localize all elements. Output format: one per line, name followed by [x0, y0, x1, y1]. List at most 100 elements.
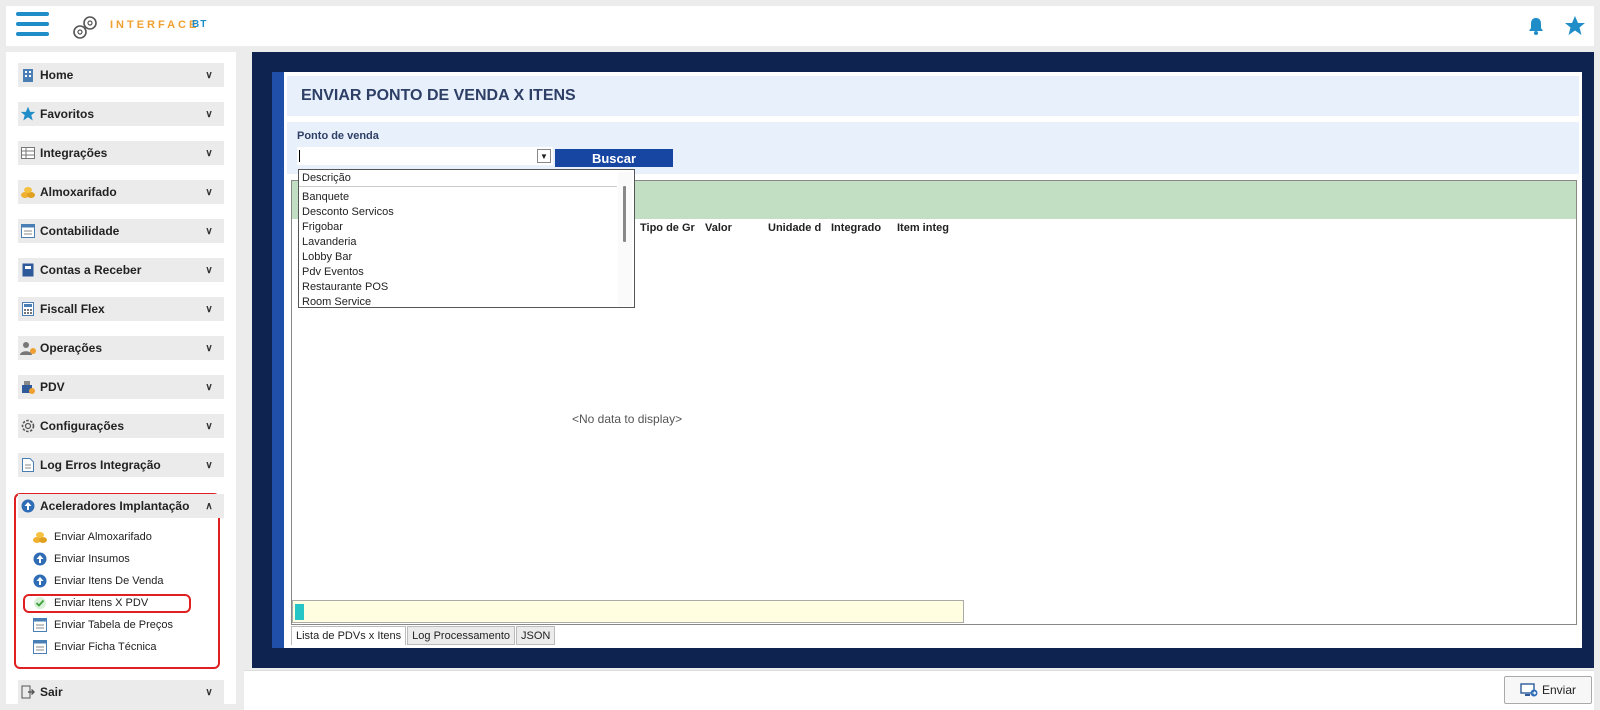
chevron-down-icon: ∨ — [205, 69, 213, 81]
sidebar-item-sair[interactable]: Sair ∨ — [18, 680, 224, 704]
exit-icon — [20, 684, 36, 700]
chevron-down-icon: ∨ — [205, 225, 213, 237]
dropdown-option[interactable]: Desconto Servicos — [302, 204, 394, 219]
subitem-enviar-almoxarifado[interactable]: Enviar Almoxarifado — [32, 528, 152, 546]
sidebar-item-label: Almoxarifado — [40, 185, 117, 199]
tab-lista-de-pdvs-x-itens[interactable]: Lista de PDVs x Itens — [291, 626, 407, 645]
chevron-down-icon: ∨ — [205, 342, 213, 354]
ponto-de-venda-label: Ponto de venda — [297, 130, 379, 142]
sidebar-item-configuracoes[interactable]: Configurações ∨ — [18, 414, 224, 438]
ledger-icon — [20, 223, 36, 239]
coins-icon — [20, 184, 36, 200]
sidebar-item-operacoes[interactable]: Operações ∨ — [18, 336, 224, 360]
sidebar-item-integracoes[interactable]: Integrações ∨ — [18, 141, 224, 165]
table-icon — [20, 145, 36, 161]
chevron-down-icon: ∨ — [205, 303, 213, 315]
chevron-up-icon: ∧ — [205, 500, 213, 512]
column-header-unidade[interactable]: Unidade d — [768, 222, 825, 238]
sidebar-item-label: Configurações — [40, 419, 125, 433]
sidebar-item-contabilidade[interactable]: Contabilidade ∨ — [18, 219, 224, 243]
chevron-down-icon: ∨ — [205, 264, 213, 276]
building-icon — [20, 67, 36, 83]
top-bar: INTERFACE BT — [6, 6, 1594, 46]
tab-bar: Lista de PDVs x Itens Log Processamento … — [291, 626, 556, 645]
ledger-icon — [32, 639, 48, 655]
sidebar-item-log-erros-integracao[interactable]: Log Erros Integração ∨ — [18, 453, 224, 477]
sidebar-item-label: Contabilidade — [40, 224, 120, 238]
subitem-label: Enviar Insumos — [54, 553, 130, 565]
chevron-down-icon: ∨ — [205, 420, 213, 432]
column-header-integrado[interactable]: Integrado — [831, 222, 893, 238]
subitem-label: Enviar Almoxarifado — [54, 531, 152, 543]
gear-icon — [20, 418, 36, 434]
arrow-up-circle-icon — [20, 498, 36, 514]
chevron-down-icon: ∨ — [205, 381, 213, 393]
column-header-tipo-de-grupo[interactable]: Tipo de Gr — [640, 222, 702, 238]
dropdown-option[interactable]: Lobby Bar — [302, 249, 352, 264]
chevron-down-icon: ∨ — [205, 459, 213, 471]
ledger-icon — [32, 617, 48, 633]
dropdown-option[interactable]: Frigobar — [302, 219, 343, 234]
chevron-down-icon: ∨ — [205, 108, 213, 120]
sidebar-item-contas-a-receber[interactable]: Contas a Receber ∨ — [18, 258, 224, 282]
pos-icon — [20, 379, 36, 395]
sidebar-item-label: Fiscall Flex — [40, 302, 105, 316]
enviar-label: Enviar — [1541, 683, 1576, 697]
buscar-button[interactable]: Buscar — [555, 149, 673, 167]
subitem-enviar-insumos[interactable]: Enviar Insumos — [32, 550, 130, 568]
dropdown-option[interactable]: Lavanderia — [302, 234, 356, 249]
no-data-message: <No data to display> — [572, 412, 683, 426]
page-header: ENVIAR PONTO DE VENDA X ITENS — [287, 76, 1579, 116]
sidebar-item-pdv[interactable]: PDV ∨ — [18, 375, 224, 399]
subitem-enviar-itens-x-pdv[interactable]: Enviar Itens X PDV — [32, 594, 148, 612]
text-caret — [299, 150, 300, 162]
subitem-label: Enviar Tabela de Preços — [54, 619, 174, 631]
sidebar-item-home[interactable]: Home ∨ — [18, 63, 224, 87]
scrollbar-thumb[interactable] — [623, 186, 626, 242]
dropdown-option[interactable]: Banquete — [302, 189, 349, 204]
star-icon — [20, 106, 36, 122]
ponto-de-venda-combo[interactable]: ▼ — [297, 147, 553, 165]
sidebar-item-label: PDV — [40, 380, 65, 394]
chevron-down-icon: ∨ — [205, 686, 213, 698]
coins-icon — [32, 529, 48, 545]
gears-logo-icon — [73, 16, 97, 39]
sidebar-item-label: Home — [40, 68, 74, 82]
column-header-valor[interactable]: Valor — [705, 222, 763, 238]
page-title: ENVIAR PONTO DE VENDA X ITENS — [301, 87, 576, 104]
sidebar-item-fiscall-flex[interactable]: Fiscall Flex ∨ — [18, 297, 224, 321]
chevron-down-icon: ∨ — [205, 147, 213, 159]
sidebar: Home ∨ Favoritos ∨ Integrações ∨ Almoxar… — [6, 52, 236, 704]
hamburger-menu-icon[interactable] — [16, 12, 49, 40]
tab-json[interactable]: JSON — [516, 626, 556, 645]
progress-bar — [292, 600, 964, 623]
footer-bar — [244, 670, 1594, 710]
notification-bell-icon[interactable] — [1526, 16, 1546, 36]
chevron-down-icon: ∨ — [205, 186, 213, 198]
sidebar-item-label: Integrações — [40, 146, 108, 160]
dropdown-option[interactable]: Pdv Eventos — [302, 264, 364, 279]
sidebar-item-label: Aceleradores Implantação — [40, 499, 190, 513]
column-header-item-integrado[interactable]: Item integ — [897, 222, 955, 238]
dropdown-option[interactable]: Room Service — [302, 294, 371, 309]
sidebar-item-almoxarifado[interactable]: Almoxarifado ∨ — [18, 180, 224, 204]
favorite-star-icon[interactable] — [1564, 15, 1586, 37]
subitem-enviar-itens-de-venda[interactable]: Enviar Itens De Venda — [32, 572, 163, 590]
subitem-enviar-ficha-tecnica[interactable]: Enviar Ficha Técnica — [32, 638, 157, 656]
dropdown-scrollbar[interactable] — [618, 172, 632, 306]
sidebar-item-aceleradores-implantacao[interactable]: Aceleradores Implantação ∧ — [18, 494, 224, 518]
sidebar-item-label: Operações — [40, 341, 103, 355]
sidebar-item-favoritos[interactable]: Favoritos ∨ — [18, 102, 224, 126]
dropdown-arrow-icon[interactable]: ▼ — [537, 149, 551, 163]
dropdown-option[interactable]: Restaurante POS — [302, 279, 388, 294]
sidebar-item-label: Sair — [40, 685, 63, 699]
subitem-enviar-tabela-de-precos[interactable]: Enviar Tabela de Preços — [32, 616, 173, 634]
enviar-button[interactable]: Enviar — [1504, 676, 1592, 704]
sidebar-item-label: Favoritos — [40, 107, 95, 121]
dropdown-column-header: Descrição — [299, 170, 617, 187]
arrow-up-circle-icon — [32, 573, 48, 589]
tab-log-processamento[interactable]: Log Processamento — [407, 626, 516, 645]
panel-stripe — [272, 72, 284, 648]
progress-fill — [295, 604, 304, 620]
logo-suffix: BT — [192, 19, 208, 30]
